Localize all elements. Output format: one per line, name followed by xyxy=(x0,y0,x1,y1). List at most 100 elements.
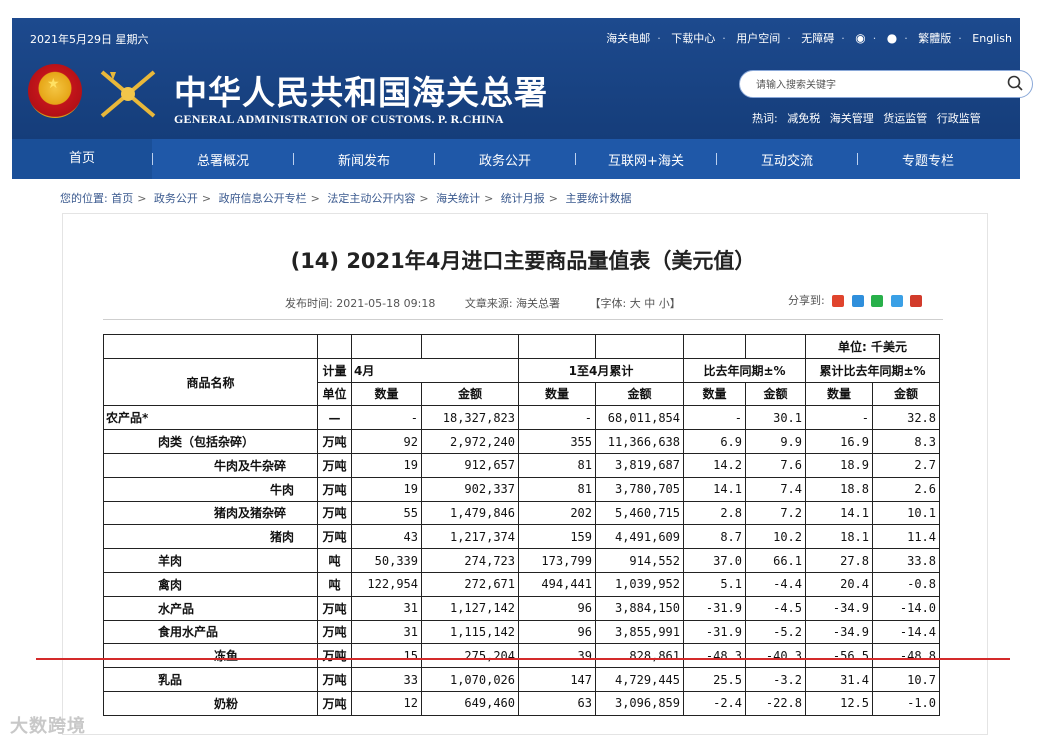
cell-value: 33.8 xyxy=(871,548,941,573)
cell-value: 494,441 xyxy=(518,571,596,597)
article-source: 文章来源: 海关总署 xyxy=(464,297,561,310)
table-body: 农产品* — -18,327,823-68,011,854-30.1-32.8 肉类（… xyxy=(103,405,941,716)
cell-value: 5.1 xyxy=(683,571,746,597)
breadcrumb-item[interactable]: 主要统计数据 xyxy=(566,192,632,205)
share-note-icon[interactable] xyxy=(890,295,903,307)
cell-value: -4.4 xyxy=(745,571,806,597)
table-row: 水产品 万吨 31 1,127,142 96 3,884,150 -31.9 -4.5 -34.… xyxy=(103,595,941,621)
top-link-user-space[interactable]: 用户空间 xyxy=(736,32,780,45)
site-header: 2021年5月29日 星期六 海关电邮 · 下载中心 · 用户空间 · 无障碍 · ◉ ·… xyxy=(12,18,1033,139)
watermark: 大数跨境 xyxy=(10,716,86,737)
share-qzone-icon[interactable] xyxy=(851,295,864,307)
cell-unit: 万吨 xyxy=(317,643,352,669)
cell-product-name: 食用水产品 xyxy=(103,619,318,645)
table-row: 羊肉吨 50,339 274,723 173,799 914,552 37.0 66.1 27… xyxy=(103,548,941,573)
cell-value: 15 xyxy=(351,643,422,669)
breadcrumb-item[interactable]: 海关统计 xyxy=(436,192,480,205)
cell-value: 5,460,715 xyxy=(595,500,684,526)
breadcrumb-item[interactable]: 统计月报 xyxy=(501,192,545,205)
cell-value: -48.8 xyxy=(871,643,941,669)
cell-value: 96 xyxy=(518,595,596,621)
cell-product-name: 乳品 xyxy=(103,667,318,692)
column-header-unit: 计量 xyxy=(317,357,352,383)
column-header-unit: 单位 xyxy=(317,381,352,407)
hot-word[interactable]: 货运监管 xyxy=(883,112,927,125)
cell-value: 10.7 xyxy=(871,667,941,692)
cell-unit: 万吨 xyxy=(317,524,352,550)
top-link-traditional[interactable]: 繁體版 xyxy=(918,32,951,45)
cell-value: 10.1 xyxy=(871,500,941,526)
column-header-amount: 金额 xyxy=(595,381,684,407)
share-wechat-icon[interactable] xyxy=(871,295,884,307)
nav-item-interaction[interactable]: 互动交流 xyxy=(717,150,857,169)
cell-value: 20.4 xyxy=(805,571,873,597)
breadcrumb-item[interactable]: 政务公开 xyxy=(154,192,198,205)
unit-note: 单位: 千美元 xyxy=(804,334,941,359)
cell-value: -0.8 xyxy=(871,571,941,597)
top-link-mail[interactable]: 海关电邮 xyxy=(606,32,650,45)
cell-value: 3,884,150 xyxy=(595,595,684,621)
cell-value: 12 xyxy=(351,690,422,716)
cell-value: -5.2 xyxy=(745,619,806,645)
hot-word[interactable]: 减免税 xyxy=(787,112,820,125)
cell-value: 1,217,374 xyxy=(421,524,519,550)
top-link-english[interactable]: English xyxy=(972,32,1012,45)
breadcrumb-item[interactable]: 政府信息公开专栏 xyxy=(219,192,307,205)
cell-value: -3.2 xyxy=(745,667,806,692)
hot-word[interactable]: 海关管理 xyxy=(830,112,874,125)
table-row: 食用水产品 万吨 31 1,115,142 96 3,855,991 -31.9 -5.2 -3… xyxy=(103,619,941,645)
cell-unit: 万吨 xyxy=(317,500,352,526)
nav-item-news[interactable]: 新闻发布 xyxy=(294,150,434,169)
cell-value: 1,115,142 xyxy=(421,619,519,645)
top-link-download[interactable]: 下载中心 xyxy=(671,32,715,45)
weibo-icon[interactable]: ◉ xyxy=(855,31,865,45)
column-header-qty: 数量 xyxy=(351,381,422,407)
cell-value: 2.7 xyxy=(871,452,941,478)
hot-word[interactable]: 行政监管 xyxy=(937,112,981,125)
cell-value: 649,460 xyxy=(421,690,519,716)
cell-value: 96 xyxy=(518,619,596,645)
cell-value: - xyxy=(805,405,873,431)
cell-value: 1,039,952 xyxy=(595,571,684,597)
cell-value: 16.9 xyxy=(805,429,873,454)
cell-value: 18.1 xyxy=(805,524,873,550)
column-header-qty: 数量 xyxy=(683,381,746,407)
cell-value: 1,070,026 xyxy=(421,667,519,692)
cell-unit: 万吨 xyxy=(317,429,352,454)
nav-item-home[interactable]: 首页 xyxy=(12,139,152,179)
column-header-amount: 金额 xyxy=(421,381,519,407)
nav-item-internet-customs[interactable]: 互联网+海关 xyxy=(576,150,716,169)
column-header-amount: 金额 xyxy=(745,381,806,407)
cell-value: -56.5 xyxy=(805,643,873,669)
cell-value: 8.7 xyxy=(683,524,746,550)
nav-item-gov-affairs[interactable]: 政务公开 xyxy=(435,150,575,169)
cell-value: 272,671 xyxy=(421,571,519,597)
share-renren-icon[interactable] xyxy=(910,295,923,307)
article-meta: 发布时间: 2021-05-18 09:18 文章来源: 海关总署 【字体: 大… xyxy=(285,295,707,311)
cell-value: -48.3 xyxy=(683,643,746,669)
article-title: (14) 2021年4月进口主要商品量值表（美元值） xyxy=(290,249,756,273)
cell-value: 14.2 xyxy=(683,452,746,478)
cell-value: 68,011,854 xyxy=(595,405,684,431)
cell-unit: 吨 xyxy=(317,548,352,573)
column-header-qty: 数量 xyxy=(805,381,873,407)
cell-value: 32.8 xyxy=(871,405,941,431)
cell-value: 11,366,638 xyxy=(595,429,684,454)
nav-item-overview[interactable]: 总署概况 xyxy=(153,150,293,169)
cell-product-name: 奶粉 xyxy=(103,690,318,716)
share-weibo-icon[interactable] xyxy=(832,295,845,307)
cell-product-name: 禽肉 xyxy=(103,571,318,597)
cell-value: -14.0 xyxy=(871,595,941,621)
breadcrumb-item[interactable]: 法定主动公开内容 xyxy=(327,192,415,205)
cell-value: 18.9 xyxy=(805,452,873,478)
table-row: 肉类（包括杂碎） 万吨 92 2,972,240 355 11,366,638 6.9 9.9… xyxy=(103,429,941,454)
search-input[interactable] xyxy=(754,75,998,95)
search-icon[interactable] xyxy=(1006,74,1024,92)
cell-value: 19 xyxy=(351,476,422,502)
column-header-amount: 金额 xyxy=(871,381,941,407)
top-link-accessibility[interactable]: 无障碍 xyxy=(801,32,834,45)
wechat-icon[interactable]: ● xyxy=(887,31,897,45)
font-size-switcher[interactable]: 【字体: 大 中 小】 xyxy=(590,297,681,310)
breadcrumb-item[interactable]: 您的位置: 首页 xyxy=(60,192,133,205)
nav-item-topics[interactable]: 专题专栏 xyxy=(858,150,998,169)
